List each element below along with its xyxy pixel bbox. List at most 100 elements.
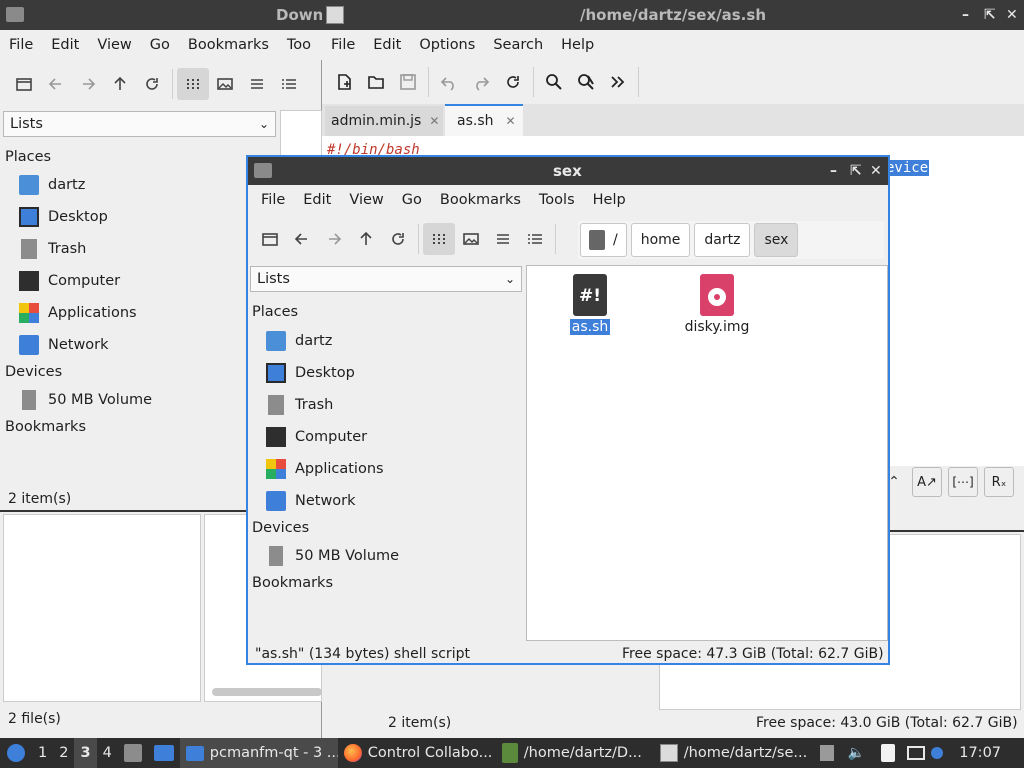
task-archive[interactable]: /home/dartz/D...	[496, 738, 654, 768]
regex-icon[interactable]: Rₓ	[984, 467, 1014, 497]
start-menu-icon[interactable]	[0, 738, 32, 768]
back-icon[interactable]	[40, 68, 72, 100]
close-icon[interactable]: ✕	[1006, 0, 1018, 30]
workspace-2[interactable]: 2	[53, 738, 74, 768]
desktop-launcher-icon[interactable]	[153, 745, 174, 761]
minimize-icon[interactable]: –	[830, 157, 837, 185]
editor-titlebar[interactable]: /home/dartz/sex/as.sh – ⇱ ✕	[322, 0, 1024, 30]
new-file-icon[interactable]	[328, 66, 360, 98]
main-menu-tools[interactable]: Tools	[530, 192, 584, 208]
find-icon[interactable]	[538, 66, 570, 98]
horizontal-scrollbar[interactable]	[212, 688, 322, 696]
thumbnail-view-icon[interactable]	[209, 68, 241, 100]
editor-menu-search[interactable]: Search	[484, 37, 552, 53]
up-icon[interactable]	[104, 68, 136, 100]
path-home-button[interactable]: home	[630, 223, 691, 257]
left-place-trash[interactable]: Trash	[19, 235, 86, 263]
detailed-view-icon[interactable]	[519, 223, 551, 255]
place-network[interactable]: Network	[266, 487, 356, 515]
main-menu-view[interactable]: View	[340, 192, 392, 208]
workspace-1[interactable]: 1	[32, 738, 53, 768]
whole-word-icon[interactable]: [⋯]	[948, 467, 978, 497]
file-item-as-sh[interactable]: #! as.sh	[567, 274, 613, 335]
reload-icon[interactable]	[497, 66, 529, 98]
editor-menu-options[interactable]: Options	[410, 37, 484, 53]
task-firefox[interactable]: Control Collabo...	[338, 738, 496, 768]
save-icon[interactable]	[392, 66, 424, 98]
place-dartz[interactable]: dartz	[266, 327, 332, 355]
task-text-editor[interactable]: /home/dartz/se...	[654, 738, 812, 768]
icon-view-icon[interactable]	[423, 223, 455, 255]
left-side-pane-mode-select[interactable]: Lists ⌄	[3, 111, 276, 137]
tab-close-icon[interactable]: ✕	[506, 114, 516, 128]
workspace-3[interactable]: 3	[74, 738, 97, 768]
back-icon[interactable]	[286, 223, 318, 255]
tab-close-icon[interactable]: ✕	[429, 114, 439, 128]
left-place-desktop[interactable]: Desktop	[19, 203, 108, 231]
place-desktop[interactable]: Desktop	[266, 359, 355, 387]
menu-bookmarks[interactable]: Bookmarks	[179, 37, 278, 53]
reload-icon[interactable]	[382, 223, 414, 255]
up-icon[interactable]	[350, 223, 382, 255]
file-manager-launcher-icon[interactable]	[123, 744, 142, 762]
volume-icon[interactable]: 🔈	[848, 745, 865, 761]
bluetooth-icon[interactable]	[931, 747, 944, 759]
find-replace-icon[interactable]	[570, 66, 602, 98]
editor-menu-help[interactable]: Help	[552, 37, 603, 53]
menu-edit[interactable]: Edit	[42, 37, 88, 53]
maximize-icon[interactable]: ⇱	[850, 157, 862, 185]
maximize-icon[interactable]: ⇱	[984, 0, 996, 30]
menu-file[interactable]: File	[0, 37, 42, 53]
main-titlebar[interactable]: sex – ⇱ ✕	[248, 157, 888, 185]
eject-icon[interactable]	[819, 745, 834, 761]
left-place-network[interactable]: Network	[19, 331, 109, 359]
compact-view-icon[interactable]	[241, 68, 273, 100]
forward-icon[interactable]	[318, 223, 350, 255]
editor-menu-file[interactable]: File	[322, 37, 364, 53]
new-tab-icon[interactable]	[8, 68, 40, 100]
main-menu-file[interactable]: File	[252, 192, 294, 208]
main-menu-go[interactable]: Go	[393, 192, 431, 208]
icon-view-icon[interactable]	[177, 68, 209, 100]
task-pcmanfm[interactable]: pcmanfm-qt - 3 ...	[179, 738, 338, 768]
tab-as-sh[interactable]: as.sh ✕	[445, 104, 523, 136]
editor-menu-edit[interactable]: Edit	[364, 37, 410, 53]
thumbnail-view-icon[interactable]	[455, 223, 487, 255]
left-lower-pane[interactable]	[3, 514, 201, 702]
compact-view-icon[interactable]	[487, 223, 519, 255]
main-side-pane-mode-select[interactable]: Lists ⌄	[250, 266, 522, 292]
menu-view[interactable]: View	[88, 37, 140, 53]
main-menu-bookmarks[interactable]: Bookmarks	[431, 192, 530, 208]
main-menu-help[interactable]: Help	[584, 192, 635, 208]
network-status-icon[interactable]	[907, 746, 926, 760]
left-window-titlebar[interactable]: Down	[0, 0, 323, 30]
redo-icon[interactable]	[465, 66, 497, 98]
path-root-button[interactable]: /	[580, 223, 627, 257]
undo-icon[interactable]	[433, 66, 465, 98]
left-place-computer[interactable]: Computer	[19, 267, 120, 295]
left-place-applications[interactable]: Applications	[19, 299, 137, 327]
detailed-view-icon[interactable]	[273, 68, 305, 100]
menu-go[interactable]: Go	[141, 37, 179, 53]
new-tab-icon[interactable]	[254, 223, 286, 255]
tab-admin-min-js[interactable]: admin.min.js ✕	[325, 106, 443, 136]
font-case-icon[interactable]: A↗	[912, 467, 942, 497]
clock[interactable]: 17:07	[959, 745, 1001, 761]
forward-icon[interactable]	[72, 68, 104, 100]
path-sex-button[interactable]: sex	[754, 223, 799, 257]
file-view[interactable]: #! as.sh disky.img	[526, 265, 888, 641]
left-place-dartz[interactable]: dartz	[19, 171, 85, 199]
left-device-volume[interactable]: 50 MB Volume	[19, 386, 152, 414]
place-computer[interactable]: Computer	[266, 423, 367, 451]
file-item-disky-img[interactable]: disky.img	[677, 274, 757, 335]
open-file-icon[interactable]	[360, 66, 392, 98]
minimize-icon[interactable]: –	[962, 0, 969, 30]
close-icon[interactable]: ✕	[870, 157, 882, 185]
place-applications[interactable]: Applications	[266, 455, 384, 483]
main-menu-edit[interactable]: Edit	[294, 192, 340, 208]
path-dartz-button[interactable]: dartz	[694, 223, 751, 257]
workspace-4[interactable]: 4	[97, 738, 118, 768]
more-icon[interactable]	[602, 66, 634, 98]
device-volume[interactable]: 50 MB Volume	[266, 542, 399, 570]
place-trash[interactable]: Trash	[266, 391, 333, 419]
